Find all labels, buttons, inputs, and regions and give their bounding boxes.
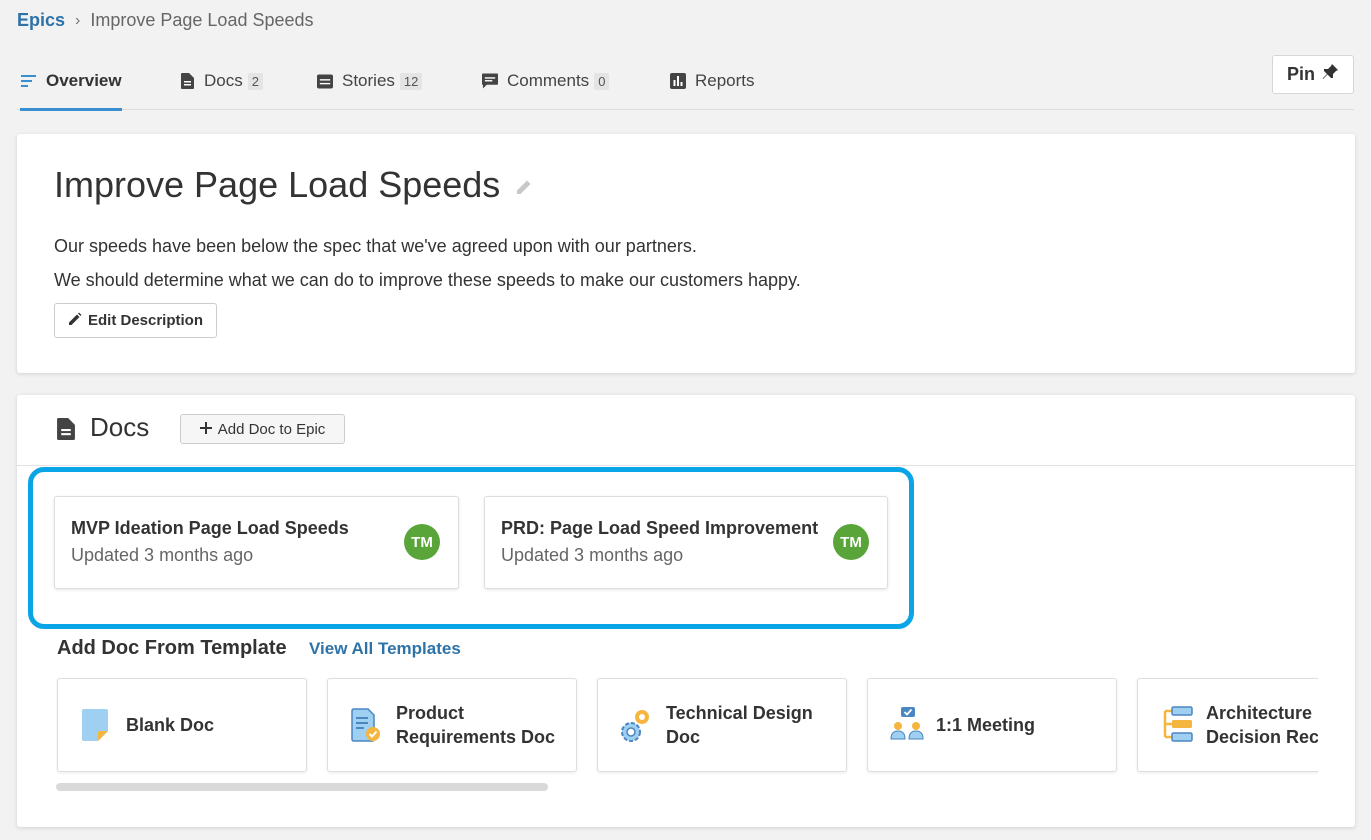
pencil-icon[interactable] [514,177,534,197]
template-label: Technical Design Doc [666,701,846,749]
avatar: TM [404,524,440,560]
doc-updated: Updated 3 months ago [501,545,684,565]
tab-stories-label: Stories [342,71,395,90]
template-label-line2: Decision Reco [1206,727,1318,747]
template-carousel: Blank Doc Product Requirements Doc Techn… [56,677,1318,775]
view-all-templates-link[interactable]: View All Templates [309,639,461,659]
chevron-right-icon: › [75,11,81,29]
chart-icon [670,73,686,89]
architecture-icon [1158,705,1193,743]
template-label: Product Requirements Doc [396,701,576,749]
story-icon [317,73,333,89]
avatar: TM [833,524,869,560]
docs-header: Docs Add Doc to Epic [17,395,1355,466]
blank-doc-icon [78,705,112,743]
template-label-line1: Technical Design [666,703,813,723]
docs-section-title: Docs [90,412,150,442]
tab-docs-label: Docs [204,71,243,90]
comment-icon [482,73,498,89]
doc-icon [57,418,75,445]
tab-overview-label: Overview [46,71,122,90]
template-label: Architecture Decision Reco [1206,701,1318,749]
tab-reports-label: Reports [695,71,755,90]
template-card-one-on-one[interactable]: 1:1 Meeting [867,678,1117,772]
add-doc-label: Add Doc to Epic [217,420,326,438]
tab-comments-label: Comments [507,71,590,90]
gears-icon [618,705,652,743]
template-label-line2: Doc [666,727,701,747]
template-label: 1:1 Meeting [936,713,1116,737]
epic-description-line-1: Our speeds have been below the spec that… [54,236,697,256]
breadcrumb-epics-link[interactable]: Epics [17,10,65,31]
tab-docs[interactable]: Docs 2 [179,52,263,110]
add-doc-to-epic-button[interactable]: Add Doc to Epic [180,414,345,444]
requirements-doc-icon [348,705,382,743]
epic-overview-card: Improve Page Load Speeds Our speeds have… [17,134,1355,373]
tab-comments[interactable]: Comments 0 [482,52,610,110]
breadcrumb-current: Improve Page Load Speeds [90,10,314,30]
tab-stories[interactable]: Stories 12 [317,52,423,110]
tab-comments-count: 0 [594,72,610,90]
template-label-line1: Architecture [1206,703,1313,723]
doc-name: MVP Ideation Page Load Speeds [71,518,349,538]
template-label-line1: 1:1 Meeting [936,715,1036,735]
doc-card[interactable]: PRD: Page Load Speed Improvement Updated… [484,496,888,589]
tab-stories-count: 12 [399,72,423,90]
template-label-line1: Blank Doc [126,715,215,735]
epic-description-line-2: We should determine what we can do to im… [54,270,801,290]
doc-name: PRD: Page Load Speed Improvement [501,518,819,538]
epic-title: Improve Page Load Speeds [54,164,501,205]
template-scrollbar[interactable] [56,783,548,791]
template-card-product-requirements[interactable]: Product Requirements Doc [327,678,577,772]
meeting-icon [888,705,924,743]
pin-button[interactable]: Pin [1272,55,1354,94]
template-card-architecture-decision[interactable]: Architecture Decision Reco [1137,678,1318,772]
pushpin-icon [1321,63,1339,86]
template-card-technical-design[interactable]: Technical Design Doc [597,678,847,772]
pin-button-label: Pin [1286,64,1315,84]
edit-description-label: Edit Description [87,312,203,329]
tab-reports[interactable]: Reports [670,52,755,110]
template-heading: Add Doc From Template [57,637,287,659]
tab-bar: Overview Docs 2 Stories 12 Comments 0 Re… [17,52,1354,111]
template-label-line2: Requirements Doc [396,727,556,747]
tab-docs-count: 2 [247,72,263,90]
template-label-line1: Product [396,703,465,723]
edit-description-button[interactable]: Edit Description [54,303,217,338]
tab-overview[interactable]: Overview [20,52,122,111]
doc-updated: Updated 3 months ago [71,545,254,565]
plus-icon [199,421,212,438]
overview-icon [21,73,37,89]
breadcrumb: Epics › Improve Page Load Speeds [17,10,314,31]
pencil-icon [68,312,82,330]
doc-card[interactable]: MVP Ideation Page Load Speeds Updated 3 … [54,496,459,589]
template-card-blank-doc[interactable]: Blank Doc [57,678,307,772]
template-label: Blank Doc [126,713,306,737]
doc-icon [179,73,195,89]
epic-title-row: Improve Page Load Speeds [54,164,534,206]
